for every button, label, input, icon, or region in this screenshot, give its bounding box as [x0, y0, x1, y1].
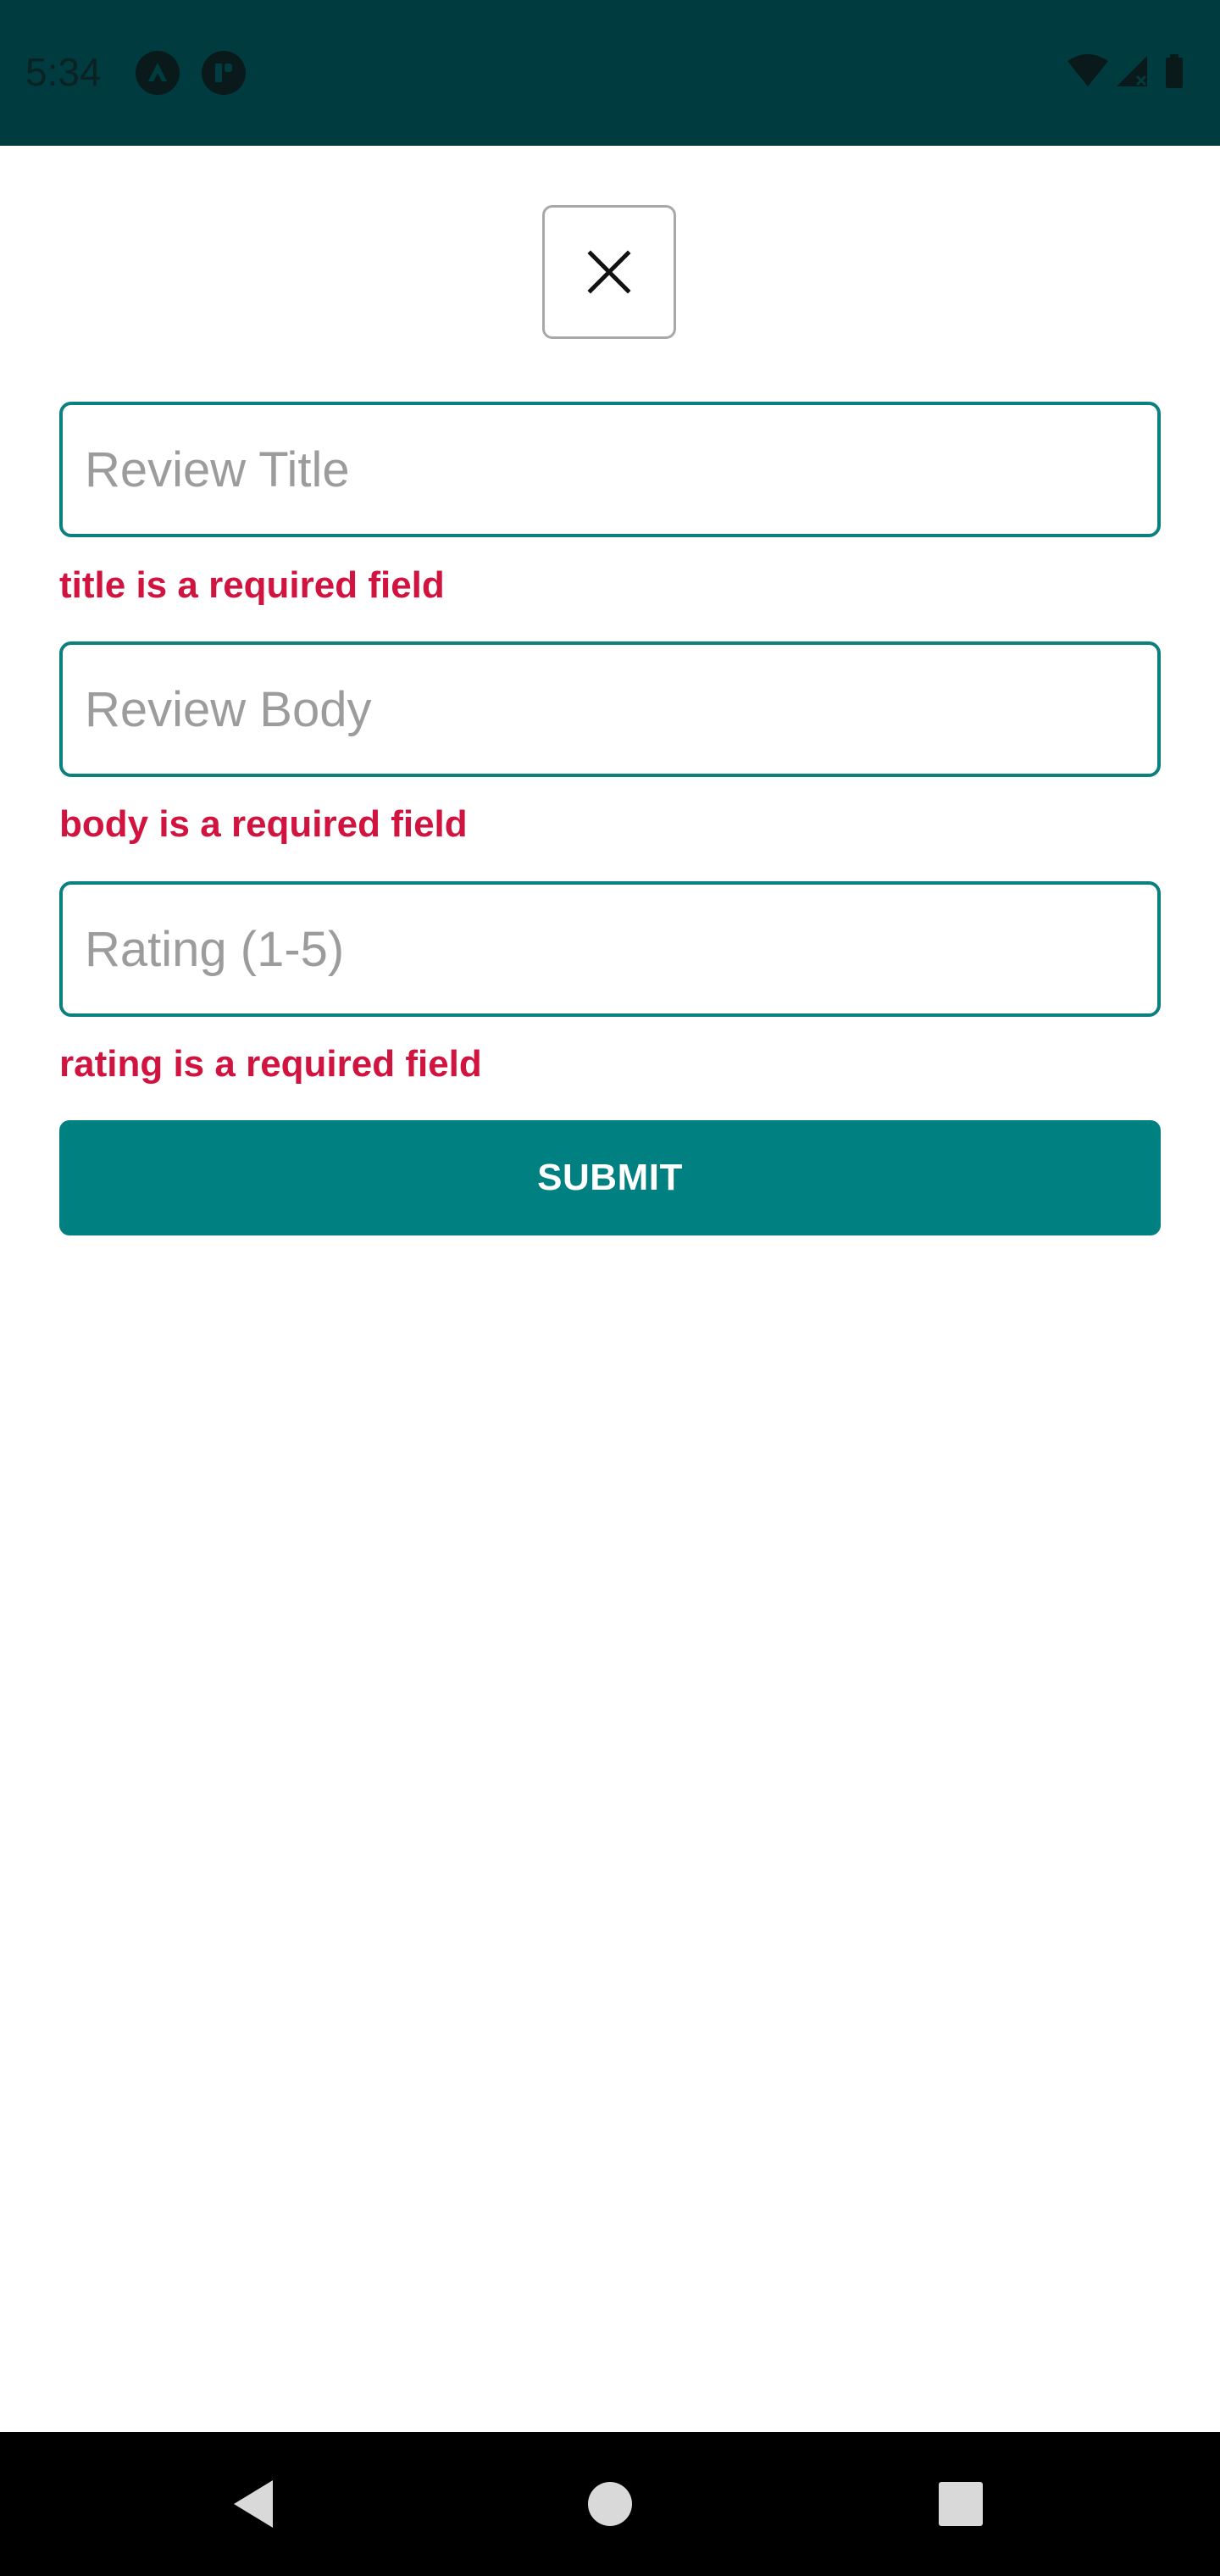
home-button[interactable]: [525, 2432, 695, 2576]
close-button[interactable]: [542, 205, 676, 339]
status-icons: [1066, 51, 1201, 95]
rating-error-message: rating is a required field: [59, 1043, 482, 1085]
review-body-field[interactable]: [59, 641, 1161, 777]
recents-icon: [939, 2482, 983, 2526]
cellular-signal-icon: [1117, 56, 1147, 86]
status-time: 5:34: [25, 50, 102, 94]
review-body-input[interactable]: [85, 645, 1135, 774]
submit-button[interactable]: SUBMIT: [59, 1120, 1161, 1235]
battery-icon: [1166, 54, 1183, 88]
review-title-input[interactable]: [85, 405, 1135, 534]
home-icon: [588, 2482, 632, 2526]
system-nav-bar: [0, 2432, 1220, 2576]
rating-input[interactable]: [85, 885, 1135, 1013]
title-error-message: title is a required field: [59, 564, 445, 606]
app-screen: 5:34 Review Title title is a required fi…: [0, 0, 1220, 2576]
back-button[interactable]: [169, 2432, 339, 2576]
back-icon: [234, 2480, 273, 2528]
expo-app-icon: [136, 51, 180, 95]
rating-field[interactable]: [59, 881, 1161, 1017]
body-error-message: body is a required field: [59, 803, 468, 845]
notification-app-icon: [202, 51, 246, 95]
status-bar: 5:34: [0, 0, 1220, 146]
wifi-icon: [1068, 54, 1108, 86]
review-title-field[interactable]: [59, 402, 1161, 537]
recents-button[interactable]: [876, 2432, 1045, 2576]
close-icon: [587, 250, 631, 294]
